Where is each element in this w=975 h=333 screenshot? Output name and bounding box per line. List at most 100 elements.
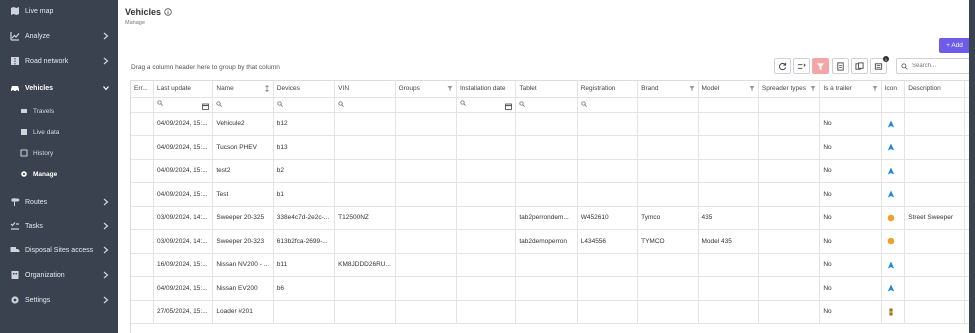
filter-icon	[816, 62, 825, 70]
column-header[interactable]: Brand	[637, 81, 699, 98]
calendar-icon[interactable]	[202, 103, 210, 110]
column-header-label: Description	[908, 85, 941, 93]
column-header[interactable]: Icon	[881, 81, 906, 98]
gear-icon	[10, 295, 20, 305]
sidebar-item-routes[interactable]: Routes	[0, 191, 118, 213]
filter-cell[interactable]	[515, 97, 578, 113]
column-header[interactable]: Devices	[273, 81, 336, 98]
filter-cell[interactable]	[273, 97, 336, 113]
chevron-right-icon	[103, 32, 109, 40]
column-header[interactable]: Registration	[577, 81, 639, 98]
filter-cell[interactable]	[456, 97, 517, 113]
cell-brand	[637, 300, 699, 324]
column-header[interactable]: Tablet	[515, 81, 578, 98]
copy-icon	[855, 61, 864, 70]
column-filter-icon[interactable]	[749, 85, 755, 92]
table-row[interactable]: 04/09/2024, 15:...test2b2No⋮	[131, 159, 972, 183]
cell-vin	[334, 276, 396, 301]
table-row[interactable]: 04/09/2024, 15:...Vehicule2b12No⋮	[131, 112, 972, 136]
column-header[interactable]: Installation date	[456, 81, 517, 98]
table-row[interactable]: 04/09/2024, 15:...Tucson PHEVb13No⋮	[131, 135, 972, 160]
filter-cell	[131, 97, 155, 113]
copy-button[interactable]	[851, 58, 868, 74]
sidebar-subitem-live-data[interactable]: Live data	[0, 122, 118, 142]
add-button[interactable]: + Add	[939, 38, 970, 53]
loader-marker-icon	[889, 308, 893, 316]
column-header[interactable]: Last update	[153, 81, 214, 98]
cell-last-update: 04/09/2024, 15:...	[153, 182, 214, 207]
notification-badge: 1	[883, 56, 889, 62]
vehicle-icon-cell	[881, 276, 906, 301]
info-icon[interactable]	[164, 8, 172, 16]
cell-tablet	[515, 112, 578, 136]
column-header-label: Installation date	[459, 85, 506, 93]
cell-spreader	[758, 135, 821, 160]
chevron-right-icon	[103, 222, 109, 230]
cell-model	[698, 276, 759, 301]
cell-tablet	[515, 182, 578, 207]
sidebar-item-tasks[interactable]: Tasks	[0, 215, 118, 237]
table-row[interactable]: 16/09/2024, 15:... Nissan NV200 - ... b11 K…	[131, 253, 972, 277]
sidebar-subitem-manage[interactable]: Manage	[0, 164, 118, 184]
inbox-icon	[874, 62, 883, 70]
cell-registration	[577, 112, 639, 136]
column-header[interactable]: VIN	[334, 81, 396, 98]
chevron-right-icon	[103, 246, 109, 254]
column-header-label: Name	[216, 85, 234, 93]
column-header[interactable]: Description	[904, 81, 965, 98]
sidebar-subitem-travels[interactable]: Travels	[0, 101, 118, 121]
sidebar-item-road-network[interactable]: Road network	[0, 50, 118, 72]
chart-line-icon	[10, 31, 20, 41]
sidebar-item-disposal-sites[interactable]: Disposal Sites access	[0, 239, 118, 261]
cell-vin	[334, 112, 396, 136]
notifications-button[interactable]: 1	[870, 56, 889, 74]
search-input[interactable]	[912, 63, 967, 69]
history-icon	[20, 149, 28, 157]
table-row[interactable]: 04/09/2024, 15:...Testb1No⋮	[131, 182, 972, 207]
column-header[interactable]: Name	[212, 81, 274, 98]
sidebar-item-organization[interactable]: Organization	[0, 264, 118, 286]
column-header[interactable]: Spreader types	[758, 81, 821, 98]
file-icon	[837, 61, 844, 71]
calendar-icon[interactable]	[505, 103, 513, 110]
cell-description	[904, 112, 965, 136]
export-button[interactable]	[832, 58, 849, 74]
filter-cell[interactable]	[153, 97, 214, 113]
column-chooser-button[interactable]	[793, 58, 810, 74]
vehicle-icon-cell	[881, 206, 906, 230]
filter-cell[interactable]	[577, 97, 639, 113]
cell-spreader	[758, 253, 821, 277]
column-filter-icon[interactable]	[689, 85, 695, 92]
sidebar-item-vehicles[interactable]: Vehicles	[0, 77, 118, 99]
table-row[interactable]: 27/05/2024, 15:...Loader #201No⋮	[131, 300, 972, 324]
column-header[interactable]: Model	[698, 81, 759, 98]
table-row[interactable]: 03/09/2024, 14:... Sweeper 20-323 613b2fca…	[131, 229, 972, 254]
cell-vin	[334, 300, 396, 324]
column-filter-icon[interactable]	[810, 85, 816, 92]
cell-brand	[637, 159, 699, 183]
search-field[interactable]	[896, 58, 970, 74]
filter-toggle-button[interactable]	[812, 58, 829, 74]
cell-installation	[456, 276, 517, 301]
column-header-label: Icon	[884, 85, 898, 93]
table-row[interactable]: 04/09/2024, 15:...Nissan EV200b6No⋮	[131, 276, 972, 301]
cell-installation	[456, 253, 517, 277]
cell-groups	[395, 182, 457, 207]
column-header[interactable]: Err...	[131, 81, 155, 98]
sidebar-subitem-label: Travels	[33, 107, 55, 115]
column-header-label: Devices	[276, 85, 300, 93]
column-filter-icon[interactable]	[872, 85, 878, 92]
column-filter-icon[interactable]	[447, 85, 453, 92]
sidebar: Live map Analyze Road network Vehicles T…	[0, 0, 118, 333]
sidebar-item-settings[interactable]: Settings	[0, 289, 118, 311]
column-header[interactable]: Groups	[395, 81, 457, 98]
sidebar-item-analyze[interactable]: Analyze	[0, 25, 118, 47]
column-header[interactable]: Is a trailer	[819, 81, 882, 98]
filter-cell[interactable]	[212, 97, 274, 113]
sort-icon[interactable]	[264, 85, 270, 92]
sidebar-subitem-history[interactable]: History	[0, 143, 118, 163]
sidebar-item-live-map[interactable]: Live map	[0, 0, 118, 22]
refresh-button[interactable]	[774, 58, 791, 74]
table-row[interactable]: 03/09/2024, 14:... Sweeper 20-325 338e4c7d…	[131, 206, 972, 230]
filter-cell[interactable]	[334, 97, 396, 113]
